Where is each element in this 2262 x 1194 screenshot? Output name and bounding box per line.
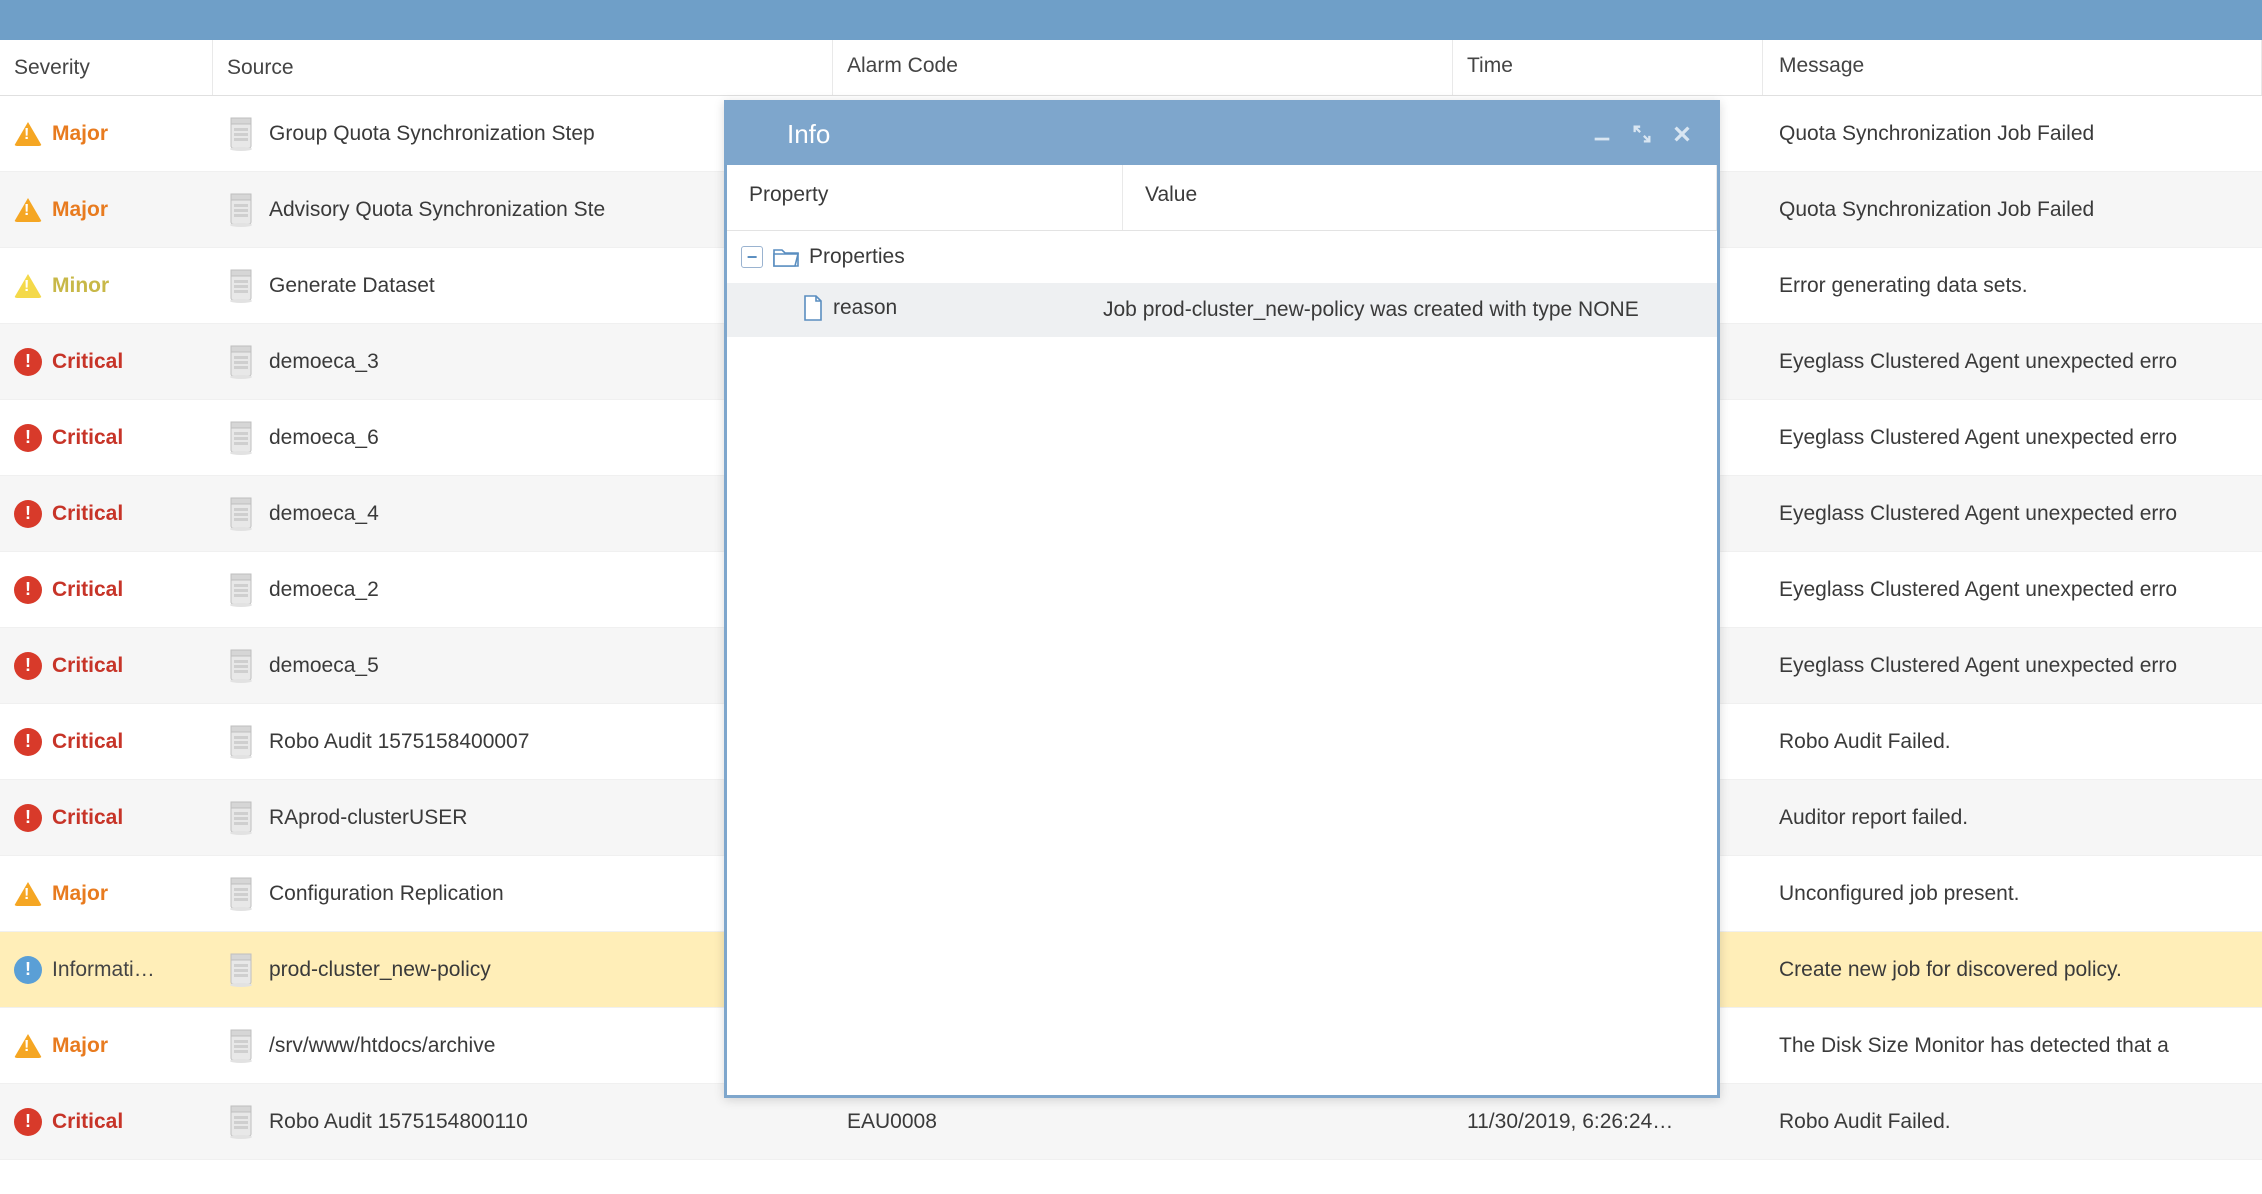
server-icon — [227, 952, 255, 988]
severity-label: Major — [52, 1034, 108, 1058]
severity-critical-icon: ! — [14, 652, 42, 680]
severity-label: Critical — [52, 1110, 123, 1134]
severity-major-icon — [14, 198, 42, 222]
source-text: Configuration Replication — [269, 882, 504, 906]
source-text: demoeca_6 — [269, 426, 379, 450]
message-cell: Eyeglass Clustered Agent unexpected erro — [1763, 426, 2262, 450]
dialog-col-property[interactable]: Property — [727, 165, 1123, 230]
source-text: /srv/www/htdocs/archive — [269, 1034, 495, 1058]
top-toolbar — [0, 0, 2262, 40]
tree-root-row[interactable]: − Properties — [727, 231, 1717, 283]
severity-label: Major — [52, 198, 108, 222]
info-dialog: Info Property Value − Properties — [724, 100, 1720, 1098]
server-icon — [227, 648, 255, 684]
dialog-col-value[interactable]: Value — [1123, 165, 1717, 230]
severity-major-icon — [14, 882, 42, 906]
severity-label: Critical — [52, 502, 123, 526]
grid-header: Severity Source Alarm Code Time Message — [0, 40, 2262, 96]
severity-major-icon — [14, 1034, 42, 1058]
dialog-title: Info — [787, 119, 1577, 150]
severity-critical-icon: ! — [14, 424, 42, 452]
severity-critical-icon: ! — [14, 804, 42, 832]
tree-root-label: Properties — [809, 245, 905, 269]
severity-critical-icon: ! — [14, 1108, 42, 1136]
server-icon — [227, 344, 255, 380]
tree-child-row[interactable]: reason Job prod-cluster_new-policy was c… — [727, 283, 1717, 337]
dialog-titlebar[interactable]: Info — [727, 103, 1717, 165]
server-icon — [227, 572, 255, 608]
message-cell: Quota Synchronization Job Failed — [1763, 198, 2262, 222]
message-cell: The Disk Size Monitor has detected that … — [1763, 1034, 2262, 1058]
message-cell: Eyeglass Clustered Agent unexpected erro — [1763, 578, 2262, 602]
server-icon — [227, 1028, 255, 1064]
source-text: Group Quota Synchronization Step — [269, 122, 595, 146]
message-cell: Eyeglass Clustered Agent unexpected erro — [1763, 654, 2262, 678]
message-cell: Create new job for discovered policy. — [1763, 958, 2262, 982]
col-header-time[interactable]: Time — [1453, 40, 1763, 95]
severity-label: Critical — [52, 806, 123, 830]
message-cell: Robo Audit Failed. — [1763, 1110, 2262, 1134]
severity-critical-icon: ! — [14, 576, 42, 604]
severity-label: Critical — [52, 350, 123, 374]
close-icon[interactable] — [1667, 119, 1697, 149]
severity-minor-icon — [14, 274, 42, 298]
property-key: reason — [833, 296, 897, 320]
server-icon — [227, 496, 255, 532]
message-cell: Error generating data sets. — [1763, 274, 2262, 298]
server-icon — [227, 876, 255, 912]
maximize-icon[interactable] — [1627, 119, 1657, 149]
message-cell: Eyeglass Clustered Agent unexpected erro — [1763, 502, 2262, 526]
source-text: demoeca_3 — [269, 350, 379, 374]
message-cell: Robo Audit Failed. — [1763, 730, 2262, 754]
alarm-code-cell: EAU0008 — [833, 1110, 1453, 1134]
severity-label: Major — [52, 122, 108, 146]
source-text: RAprod-clusterUSER — [269, 806, 467, 830]
source-text: Robo Audit 1575154800110 — [269, 1110, 528, 1134]
file-icon — [803, 295, 823, 321]
message-cell: Quota Synchronization Job Failed — [1763, 122, 2262, 146]
folder-open-icon — [773, 246, 799, 268]
severity-label: Minor — [52, 274, 109, 298]
dialog-body: Property Value − Properties reason Job p… — [727, 165, 1717, 1095]
server-icon — [227, 724, 255, 760]
server-icon — [227, 116, 255, 152]
severity-label: Informati… — [52, 958, 155, 982]
col-header-alarm-code[interactable]: Alarm Code — [833, 40, 1453, 95]
source-text: demoeca_2 — [269, 578, 379, 602]
severity-label: Critical — [52, 578, 123, 602]
server-icon — [227, 1104, 255, 1140]
source-text: demoeca_4 — [269, 502, 379, 526]
severity-major-icon — [14, 122, 42, 146]
source-text: demoeca_5 — [269, 654, 379, 678]
col-header-message[interactable]: Message — [1763, 40, 2262, 95]
severity-label: Critical — [52, 426, 123, 450]
minimize-icon[interactable] — [1587, 119, 1617, 149]
server-icon — [227, 268, 255, 304]
severity-critical-icon: ! — [14, 500, 42, 528]
severity-info-icon: ! — [14, 956, 42, 984]
severity-critical-icon: ! — [14, 728, 42, 756]
severity-label: Major — [52, 882, 108, 906]
source-text: Robo Audit 1575158400007 — [269, 730, 529, 754]
message-cell: Unconfigured job present. — [1763, 882, 2262, 906]
source-text: Generate Dataset — [269, 274, 435, 298]
source-text: prod-cluster_new-policy — [269, 958, 491, 982]
message-cell: Auditor report failed. — [1763, 806, 2262, 830]
severity-label: Critical — [52, 730, 123, 754]
server-icon — [227, 800, 255, 836]
col-header-source[interactable]: Source — [213, 40, 833, 95]
time-cell: 11/30/2019, 6:26:24… — [1453, 1110, 1763, 1134]
collapse-toggle-icon[interactable]: − — [741, 246, 763, 268]
source-text: Advisory Quota Synchronization Ste — [269, 198, 605, 222]
server-icon — [227, 420, 255, 456]
severity-label: Critical — [52, 654, 123, 678]
dialog-column-headers: Property Value — [727, 165, 1717, 231]
col-header-severity[interactable]: Severity — [0, 40, 213, 95]
severity-critical-icon: ! — [14, 348, 42, 376]
property-value: Job prod-cluster_new-policy was created … — [1103, 295, 1717, 325]
server-icon — [227, 192, 255, 228]
message-cell: Eyeglass Clustered Agent unexpected erro — [1763, 350, 2262, 374]
